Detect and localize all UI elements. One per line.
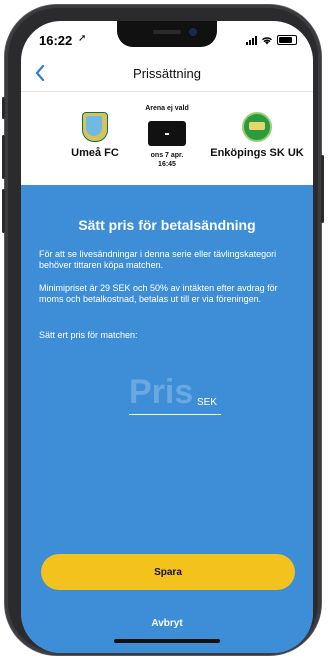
page-title: Prissättning <box>133 66 201 81</box>
price-input[interactable] <box>129 372 195 412</box>
signal-icon <box>246 35 257 45</box>
status-time: 16:22 <box>39 33 73 48</box>
away-team: Enköpings SK UK <box>207 112 307 159</box>
location-arrow-icon: ➚ <box>78 33 87 44</box>
pricing-panel: Sätt pris för betalsändning För att se l… <box>21 185 313 653</box>
notch <box>117 21 217 47</box>
price-field: SEK <box>129 372 221 415</box>
status-icons <box>246 35 297 45</box>
away-team-name: Enköpings SK UK <box>210 147 304 159</box>
power-button <box>321 155 324 223</box>
away-team-crest <box>242 112 272 142</box>
battery-icon <box>277 35 297 45</box>
wifi-icon <box>262 36 272 44</box>
save-button[interactable]: Spara <box>41 554 295 590</box>
front-camera <box>189 28 197 36</box>
silent-switch <box>2 97 5 119</box>
home-indicator <box>114 639 220 643</box>
screen: 16:22 ➚ Prissättning Umeå FC Arena ej va… <box>21 21 313 653</box>
info-paragraph-3: Sätt ert pris för matchen: <box>39 330 138 340</box>
info-paragraph-1: För att se livesändningar i denna serie … <box>39 249 277 270</box>
match-time: 16:45 <box>158 161 176 168</box>
pricing-title: Sätt pris för betalsändning <box>78 217 256 233</box>
nav-bar: Prissättning <box>21 55 313 92</box>
info-paragraph-2: Minimipriset är 29 SEK och 50% av intäkt… <box>39 283 278 304</box>
score-box: - <box>148 121 186 146</box>
volume-down-button <box>2 189 5 233</box>
cancel-button[interactable]: Avbryt <box>21 618 313 629</box>
home-team-crest <box>82 112 108 142</box>
speaker <box>153 30 181 34</box>
phone-frame: 16:22 ➚ Prissättning Umeå FC Arena ej va… <box>2 5 324 655</box>
currency-label: SEK <box>197 397 218 408</box>
match-header: Umeå FC Arena ej vald - ons 7 apr. 16:45… <box>21 92 313 185</box>
arena-label: Arena ej vald <box>145 105 189 112</box>
volume-up-button <box>2 135 5 179</box>
